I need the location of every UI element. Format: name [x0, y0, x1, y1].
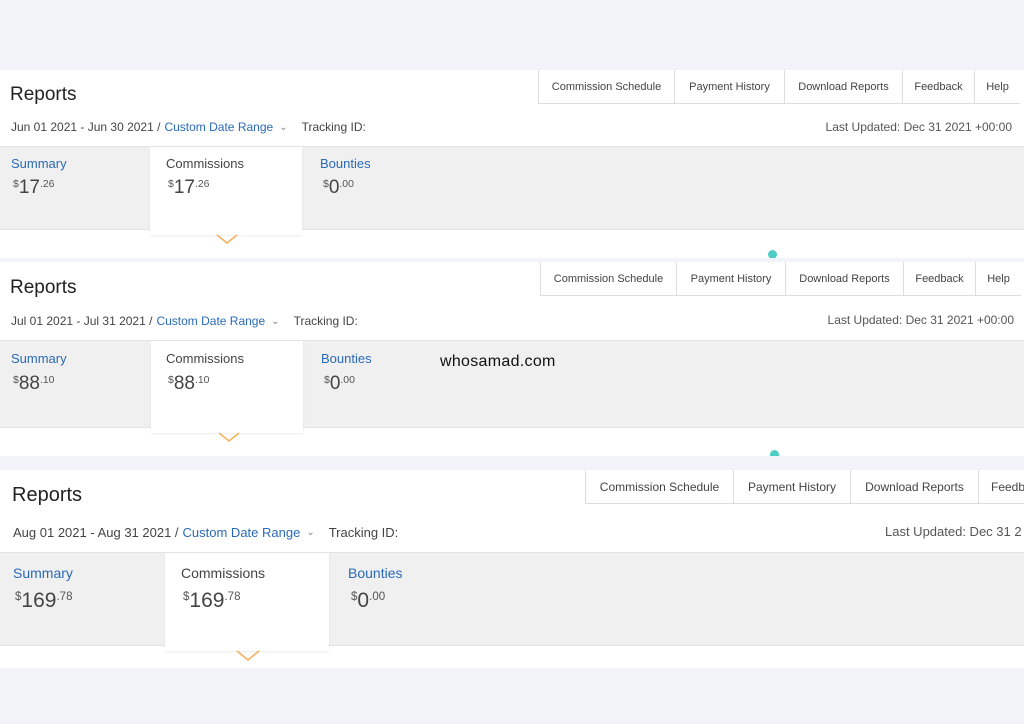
bounties-label: Bounties — [348, 565, 403, 581]
chevron-down-icon[interactable]: ⌄ — [306, 527, 314, 538]
tab-feedback[interactable]: Feedback — [902, 70, 974, 103]
active-card-caret-icon — [216, 234, 238, 244]
summary-amount: $169.78 — [15, 589, 73, 612]
last-updated-text: Last Updated: Dec 31 2021 +00:00 — [827, 313, 1014, 327]
commissions-card[interactable]: Commissions $88.10 — [151, 341, 303, 433]
last-updated-text: Last Updated: Dec 31 2021 +00:00 — [825, 120, 1012, 134]
commissions-label: Commissions — [181, 565, 266, 581]
custom-date-range-link[interactable]: Custom Date Range — [156, 314, 265, 328]
page-title: Reports — [10, 84, 77, 105]
custom-date-range-link[interactable]: Custom Date Range — [183, 525, 301, 540]
bounties-card[interactable]: Bounties $0.00 — [334, 553, 474, 647]
tab-help[interactable]: Help — [975, 262, 1021, 295]
tracking-id-label: Tracking ID: — [328, 525, 399, 540]
summary-amount: $88.10 — [13, 373, 55, 394]
summary-band: Summary $169.78 Commissions $169.78 Boun… — [0, 552, 1024, 651]
date-range-text: Jul 01 2021 - Jul 31 2021 / — [11, 314, 153, 328]
last-updated-text: Last Updated: Dec 31 2 — [885, 524, 1022, 539]
active-card-caret-icon — [218, 432, 240, 442]
report-panel-august: Reports Commission Schedule Payment Hist… — [0, 470, 1024, 668]
bounties-card[interactable]: Bounties $0.00 — [307, 341, 427, 429]
bounties-amount: $0.00 — [351, 589, 386, 612]
report-panel-june: Reports Commission Schedule Payment Hist… — [0, 70, 1024, 258]
tab-feedback[interactable]: Feedb — [978, 470, 1024, 503]
bounties-amount: $0.00 — [324, 373, 355, 394]
commissions-label: Commissions — [166, 351, 245, 366]
tab-payment-history[interactable]: Payment History — [676, 262, 785, 295]
tab-download-reports[interactable]: Download Reports — [850, 470, 978, 503]
bounties-card[interactable]: Bounties $0.00 — [306, 147, 454, 231]
summary-card[interactable]: Summary $88.10 — [0, 341, 148, 429]
date-range-row: Jul 01 2021 - Jul 31 2021 / Custom Date … — [11, 314, 358, 328]
tab-commission-schedule[interactable]: Commission Schedule — [585, 470, 733, 503]
summary-label: Summary — [13, 565, 73, 581]
chevron-down-icon[interactable]: ⌄ — [279, 122, 287, 133]
date-range-row: Aug 01 2021 - Aug 31 2021 / Custom Date … — [13, 525, 398, 540]
legend-dot-icon — [770, 450, 779, 456]
bounties-amount: $0.00 — [323, 177, 354, 198]
summary-band: Summary $17.26 Commissions $17.26 Bounti… — [0, 146, 1024, 235]
tab-payment-history[interactable]: Payment History — [674, 70, 784, 103]
summary-amount: $17.26 — [13, 177, 55, 198]
report-tabs: Commission Schedule Payment History Down… — [538, 70, 1020, 104]
active-card-caret-icon — [236, 650, 260, 661]
tab-commission-schedule[interactable]: Commission Schedule — [538, 70, 674, 103]
chevron-down-icon[interactable]: ⌄ — [271, 316, 279, 327]
date-range-text: Aug 01 2021 - Aug 31 2021 / — [13, 525, 179, 540]
summary-card[interactable]: Summary $169.78 — [0, 553, 162, 647]
legend-dot-icon — [768, 250, 777, 258]
summary-label: Summary — [11, 156, 67, 171]
tab-payment-history[interactable]: Payment History — [733, 470, 850, 503]
tab-feedback[interactable]: Feedback — [903, 262, 975, 295]
report-tabs: Commission Schedule Payment History Down… — [585, 470, 1024, 504]
commissions-card[interactable]: Commissions $169.78 — [165, 553, 329, 651]
commissions-label: Commissions — [166, 156, 245, 171]
tracking-id-label: Tracking ID: — [293, 314, 358, 328]
summary-label: Summary — [11, 351, 67, 366]
watermark-text: whosamad.com — [440, 353, 556, 370]
commissions-amount: $169.78 — [183, 589, 241, 612]
date-range-text: Jun 01 2021 - Jun 30 2021 / — [11, 120, 161, 134]
commissions-card[interactable]: Commissions $17.26 — [150, 147, 302, 235]
chart-legend-partial — [770, 450, 784, 456]
commissions-amount: $17.26 — [168, 177, 210, 198]
tab-commission-schedule[interactable]: Commission Schedule — [540, 262, 676, 295]
page-title: Reports — [10, 277, 77, 298]
page-title: Reports — [12, 484, 83, 506]
tab-help[interactable]: Help — [974, 70, 1020, 103]
custom-date-range-link[interactable]: Custom Date Range — [164, 120, 273, 134]
commissions-amount: $88.10 — [168, 373, 210, 394]
bounties-label: Bounties — [321, 351, 372, 366]
tab-download-reports[interactable]: Download Reports — [784, 70, 902, 103]
report-tabs: Commission Schedule Payment History Down… — [540, 262, 1021, 296]
date-range-row: Jun 01 2021 - Jun 30 2021 / Custom Date … — [11, 120, 366, 134]
tracking-id-label: Tracking ID: — [301, 120, 366, 134]
summary-card[interactable]: Summary $17.26 — [0, 147, 148, 231]
bounties-label: Bounties — [320, 156, 371, 171]
tab-download-reports[interactable]: Download Reports — [785, 262, 903, 295]
chart-legend-partial — [768, 250, 782, 258]
